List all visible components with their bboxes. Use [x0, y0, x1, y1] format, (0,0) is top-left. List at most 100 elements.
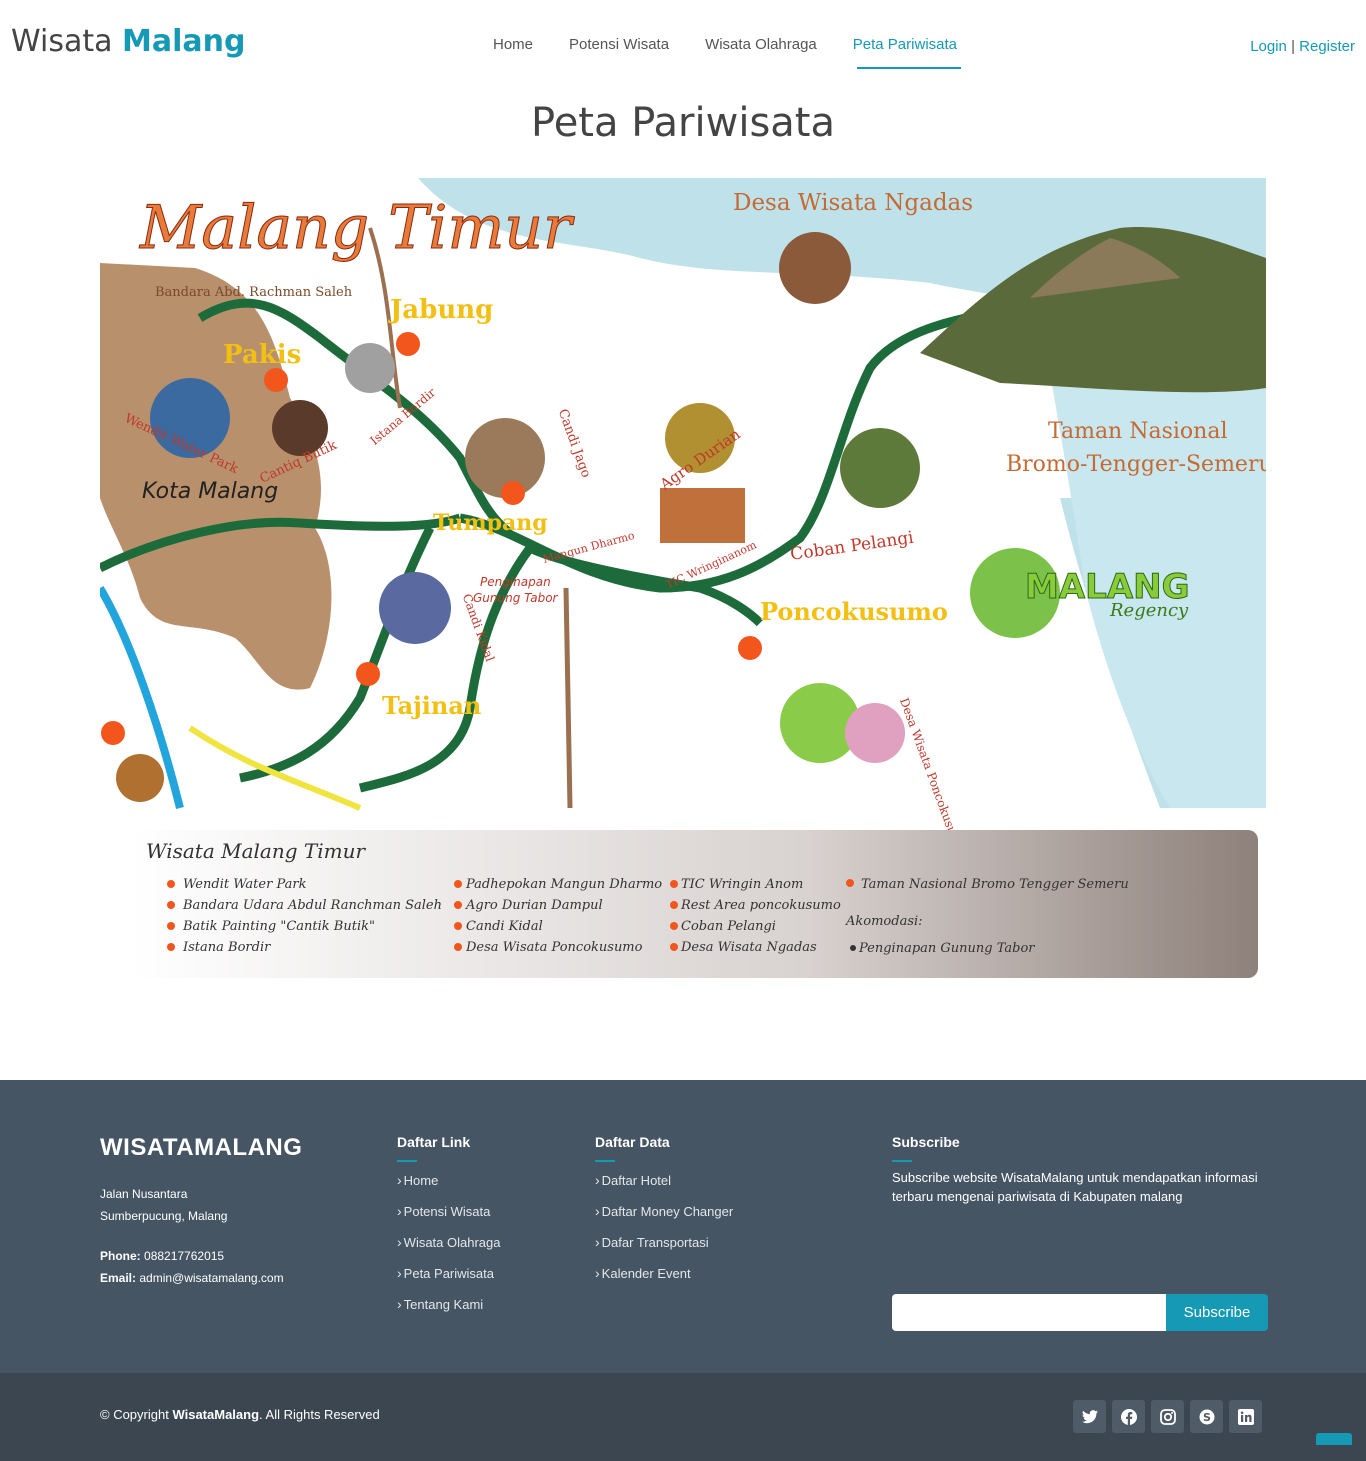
- chevron-right-icon: ›: [595, 1203, 600, 1219]
- twitter-icon[interactable]: [1073, 1400, 1106, 1433]
- facebook-icon[interactable]: [1112, 1400, 1145, 1433]
- chevron-right-icon: ›: [397, 1172, 402, 1188]
- nav-peta-pariwisata[interactable]: Peta Pariwisata: [853, 36, 962, 69]
- chevron-right-icon: ›: [397, 1296, 402, 1312]
- nav-wisata-olahraga[interactable]: Wisata Olahraga: [705, 36, 817, 53]
- copyright-suffix: . All Rights Reserved: [259, 1407, 380, 1422]
- legend-item: Bandara Udara Abdul Ranchman Saleh: [182, 898, 442, 913]
- footer-subscribe-title: Subscribe: [892, 1134, 1272, 1162]
- footer-link-money-changer[interactable]: › Daftar Money Changer: [595, 1199, 733, 1230]
- legend-item: Padhepokan Mangun Dharmo: [465, 877, 662, 892]
- copyright-prefix: © Copyright: [100, 1407, 169, 1422]
- footer-link-hotel[interactable]: › Daftar Hotel: [595, 1168, 733, 1199]
- instagram-icon[interactable]: [1151, 1400, 1184, 1433]
- label-bromo-2: Bromo-Tengger-Semeru: [1006, 452, 1266, 477]
- auth-links: Login | Register: [1250, 38, 1355, 55]
- svg-text:S: S: [1203, 1411, 1211, 1424]
- label-tumpang: Tumpang: [433, 510, 548, 536]
- footer-link-label: Wisata Olahraga: [403, 1235, 501, 1250]
- footer-data-title: Daftar Data: [595, 1134, 733, 1162]
- legend-item: Desa Wisata Poncokusumo: [465, 940, 643, 955]
- map-title-label: Malang Timur: [139, 193, 575, 263]
- footer-brand: WISATAMALANG: [100, 1134, 303, 1161]
- legend-item: Desa Wisata Ngadas: [680, 940, 817, 955]
- label-kota: Kota Malang: [142, 479, 278, 504]
- page-title: Peta Pariwisata: [531, 100, 835, 146]
- address-line-1: Jalan Nusantara: [100, 1187, 188, 1201]
- footer-data-column: Daftar Data › Daftar Hotel › Daftar Money …: [595, 1134, 733, 1292]
- legend-akomodasi-label: Akomodasi:: [845, 914, 923, 929]
- label-penginapan-1: Penginapan: [480, 575, 551, 589]
- phone-label: Phone:: [100, 1249, 141, 1263]
- legend-item: Candi Kidal: [466, 919, 543, 934]
- copyright: © Copyright WisataMalang. All Rights Res…: [100, 1407, 380, 1422]
- legend-item: TIC Wringin Anom: [681, 877, 803, 892]
- label-jabung: Jabung: [388, 295, 493, 325]
- chevron-right-icon: ›: [595, 1234, 600, 1250]
- label-ngadas: Desa Wisata Ngadas: [733, 190, 973, 216]
- label-mangun: Mangun Dharmo: [541, 529, 636, 566]
- tourism-map: Malang Timur Desa Wisata Ngadas Bandara …: [100, 168, 1266, 993]
- label-regency-2: Regency: [1109, 600, 1189, 621]
- footer-link-event[interactable]: › Kalender Event: [595, 1261, 733, 1292]
- footer-link-label: Kalender Event: [601, 1266, 691, 1281]
- legend-item: Istana Bordir: [182, 940, 271, 955]
- label-poncokusumo: Poncokusumo: [760, 597, 948, 626]
- label-tajinan: Tajinan: [382, 691, 481, 720]
- map-illustration: Malang Timur Desa Wisata Ngadas Bandara …: [100, 178, 1266, 978]
- footer-link-potensi[interactable]: › Potensi Wisata: [397, 1199, 501, 1230]
- back-to-top-button[interactable]: [1316, 1433, 1352, 1445]
- footer-link-label: Dafar Transportasi: [601, 1235, 709, 1250]
- footer-links-title: Daftar Link: [397, 1134, 501, 1162]
- page: Wisata Malang Home Potensi Wisata Wisata…: [0, 0, 1366, 1461]
- legend-akomodasi: Penginapan Gunung Tabor: [858, 941, 1035, 956]
- footer-link-peta[interactable]: › Peta Pariwisata: [397, 1261, 501, 1292]
- email-label: Email:: [100, 1271, 137, 1285]
- subscribe-form: Subscribe: [892, 1294, 1268, 1331]
- legend-item: Coban Pelangi: [681, 919, 776, 934]
- legend-item: Rest Area poncokusumo: [680, 898, 841, 913]
- label-bandara: Bandara Abd. Rachman Saleh: [155, 285, 353, 300]
- legend-item: Taman Nasional Bromo Tengger Semeru: [861, 877, 1129, 892]
- logo-light: Wisata: [11, 24, 113, 59]
- footer-address: Jalan Nusantara Sumberpucung, Malang: [100, 1183, 227, 1227]
- subscribe-button[interactable]: Subscribe: [1166, 1294, 1268, 1331]
- site-logo[interactable]: Wisata Malang: [11, 24, 246, 59]
- phone-value: 088217762015: [144, 1249, 225, 1263]
- auth-separator: |: [1291, 38, 1295, 55]
- footer-link-home[interactable]: › Home: [397, 1168, 501, 1199]
- subscribe-email-input[interactable]: [892, 1294, 1166, 1331]
- chevron-right-icon: ›: [397, 1203, 402, 1219]
- nav-home[interactable]: Home: [493, 36, 533, 53]
- footer-links-column: Daftar Link › Home › Potensi Wisata › Wisat…: [397, 1134, 501, 1323]
- header: Wisata Malang Home Potensi Wisata Wisata…: [0, 0, 1366, 80]
- social-links: S: [1067, 1400, 1262, 1433]
- address-line-2: Sumberpucung, Malang: [100, 1209, 228, 1223]
- email-value: admin@wisatamalang.com: [139, 1271, 284, 1285]
- legend-title: Wisata Malang Timur: [146, 839, 366, 863]
- linkedin-icon[interactable]: [1229, 1400, 1262, 1433]
- logo-bold: Malang: [122, 24, 246, 59]
- skype-icon[interactable]: S: [1190, 1400, 1223, 1433]
- login-link[interactable]: Login: [1250, 38, 1287, 55]
- label-penginapan-2: Gunung Tabor: [473, 591, 559, 605]
- footer-link-label: Daftar Hotel: [601, 1173, 672, 1188]
- footer-link-label: Home: [403, 1173, 439, 1188]
- footer-link-label: Tentang Kami: [403, 1297, 484, 1312]
- footer-link-transportasi[interactable]: › Dafar Transportasi: [595, 1230, 733, 1261]
- footer-link-label: Potensi Wisata: [403, 1204, 491, 1219]
- legend-item: Batik Painting "Cantik Butik": [182, 919, 375, 934]
- footer: WISATAMALANG Jalan Nusantara Sumberpucun…: [0, 1080, 1366, 1373]
- legend-item: Wendit Water Park: [183, 877, 307, 892]
- register-link[interactable]: Register: [1299, 38, 1355, 55]
- footer-link-olahraga[interactable]: › Wisata Olahraga: [397, 1230, 501, 1261]
- nav-potensi-wisata[interactable]: Potensi Wisata: [569, 36, 669, 53]
- footer-link-tentang[interactable]: › Tentang Kami: [397, 1292, 501, 1323]
- label-pakis: Pakis: [223, 340, 301, 370]
- chevron-right-icon: ›: [397, 1265, 402, 1281]
- label-jago: Candi Jago: [555, 407, 594, 480]
- chevron-right-icon: ›: [397, 1234, 402, 1250]
- footer-subscribe-column: Subscribe Subscribe website WisataMalang…: [892, 1134, 1272, 1331]
- chevron-right-icon: ›: [595, 1265, 600, 1281]
- footer-contact: Phone: 088217762015 Email: admin@wisatam…: [100, 1245, 284, 1289]
